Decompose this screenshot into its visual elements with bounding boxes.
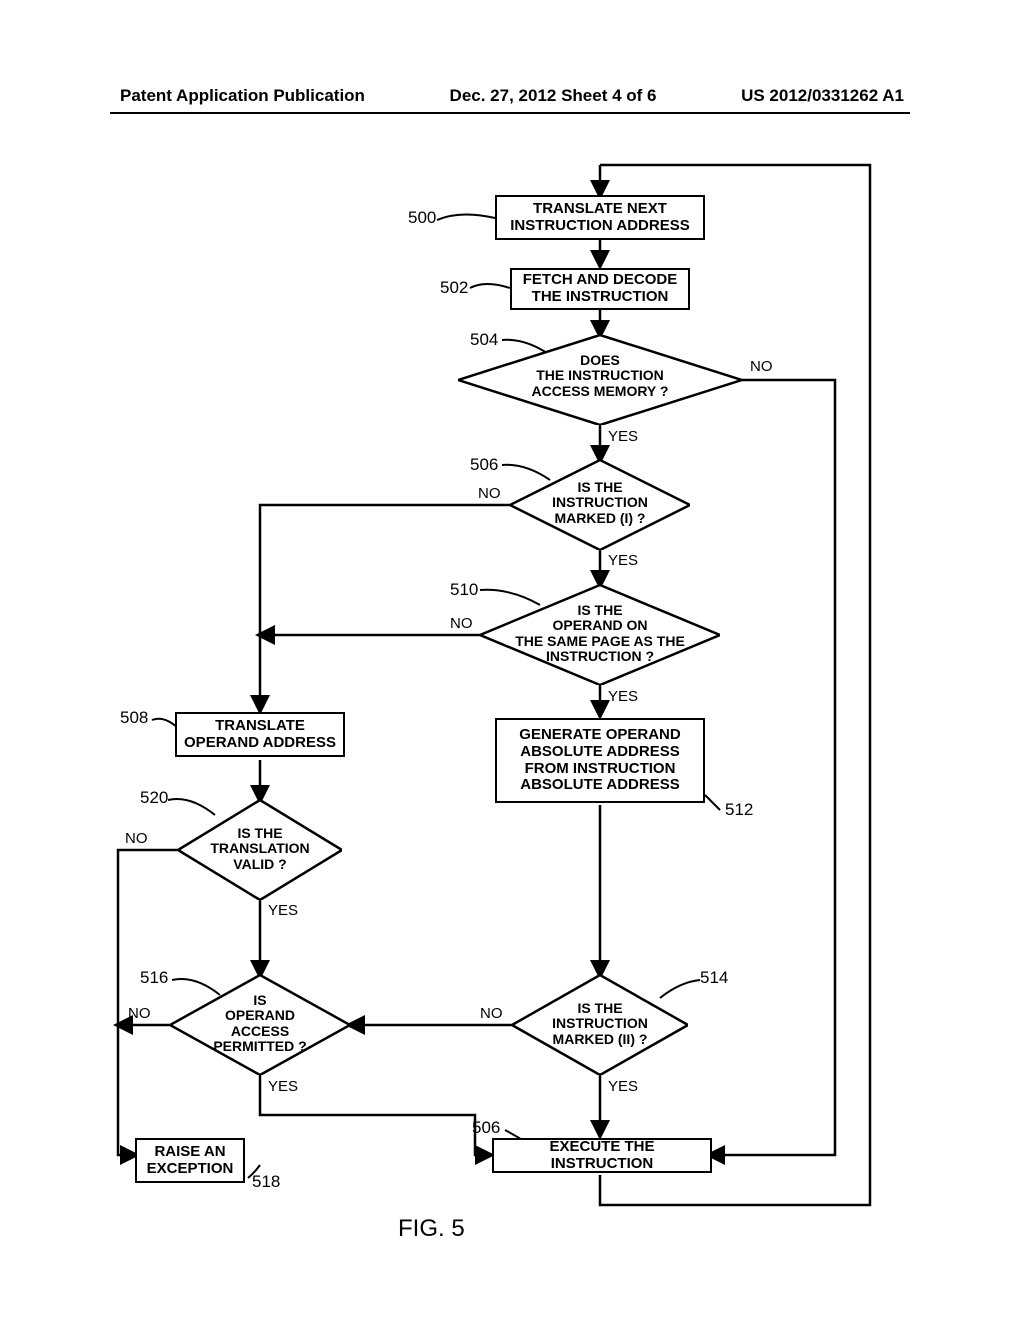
diamond-506: IS THEINSTRUCTIONMARKED (I) ? [510, 460, 690, 550]
diamond-516-text: ISOPERANDACCESSPERMITTED ? [204, 993, 316, 1055]
edge-520-no: NO [125, 830, 148, 847]
ref-500: 500 [408, 208, 436, 228]
edge-504-no: NO [750, 358, 773, 375]
diamond-504: DOESTHE INSTRUCTIONACCESS MEMORY ? [458, 335, 742, 425]
edge-516-yes: YES [268, 1078, 298, 1095]
ref-516: 516 [140, 968, 168, 988]
box-raise-exception: RAISE ANEXCEPTION [135, 1138, 245, 1183]
ref-514: 514 [700, 968, 728, 988]
edge-506-no: NO [478, 485, 501, 502]
diamond-514: IS THEINSTRUCTIONMARKED (II) ? [512, 975, 688, 1075]
box-512-text: GENERATE OPERANDABSOLUTE ADDRESSFROM INS… [519, 727, 680, 794]
header-rule [110, 112, 910, 114]
ref-506b: 506 [472, 1118, 500, 1138]
ref-518: 518 [252, 1172, 280, 1192]
ref-502: 502 [440, 278, 468, 298]
box-execute-instruction: EXECUTE THE INSTRUCTION [492, 1138, 712, 1173]
ref-506: 506 [470, 455, 498, 475]
diamond-506-text: IS THEINSTRUCTIONMARKED (I) ? [540, 480, 660, 526]
edge-514-yes: YES [608, 1078, 638, 1095]
edge-516-no: NO [128, 1005, 151, 1022]
box-exec-text: EXECUTE THE INSTRUCTION [500, 1139, 704, 1173]
flowchart-canvas: TRANSLATE NEXTINSTRUCTION ADDRESS FETCH … [0, 140, 1024, 1300]
diamond-520: IS THETRANSLATIONVALID ? [178, 800, 342, 900]
edge-504-yes: YES [608, 428, 638, 445]
ref-520: 520 [140, 788, 168, 808]
edge-514-no: NO [480, 1005, 503, 1022]
edge-506-yes: YES [608, 552, 638, 569]
edge-510-yes: YES [608, 688, 638, 705]
box-508-text: TRANSLATEOPERAND ADDRESS [184, 718, 336, 752]
diamond-510: IS THEOPERAND ONTHE SAME PAGE AS THEINST… [480, 585, 720, 685]
box-518-text: RAISE ANEXCEPTION [147, 1144, 234, 1178]
ref-508: 508 [120, 708, 148, 728]
diamond-504-text: DOESTHE INSTRUCTIONACCESS MEMORY ? [518, 353, 682, 399]
figure-label: FIG. 5 [398, 1215, 465, 1243]
box-502-text: FETCH AND DECODETHE INSTRUCTION [523, 272, 677, 306]
edge-520-yes: YES [268, 902, 298, 919]
page-header: Patent Application Publication Dec. 27, … [0, 86, 1024, 106]
box-translate-next-instruction: TRANSLATE NEXTINSTRUCTION ADDRESS [495, 195, 705, 240]
header-left: Patent Application Publication [120, 86, 365, 106]
edge-510-no: NO [450, 615, 473, 632]
header-center: Dec. 27, 2012 Sheet 4 of 6 [450, 86, 657, 106]
diamond-510-text: IS THEOPERAND ONTHE SAME PAGE AS THEINST… [510, 603, 690, 665]
diamond-516: ISOPERANDACCESSPERMITTED ? [170, 975, 350, 1075]
box-500-text: TRANSLATE NEXTINSTRUCTION ADDRESS [510, 201, 689, 235]
box-generate-operand-absolute: GENERATE OPERANDABSOLUTE ADDRESSFROM INS… [495, 718, 705, 803]
header-right: US 2012/0331262 A1 [741, 86, 904, 106]
box-fetch-decode: FETCH AND DECODETHE INSTRUCTION [510, 268, 690, 310]
box-translate-operand: TRANSLATEOPERAND ADDRESS [175, 712, 345, 757]
ref-510: 510 [450, 580, 478, 600]
diamond-514-text: IS THEINSTRUCTIONMARKED (II) ? [538, 1001, 662, 1047]
ref-504: 504 [470, 330, 498, 350]
ref-512: 512 [725, 800, 753, 820]
diamond-520-text: IS THETRANSLATIONVALID ? [204, 826, 316, 872]
